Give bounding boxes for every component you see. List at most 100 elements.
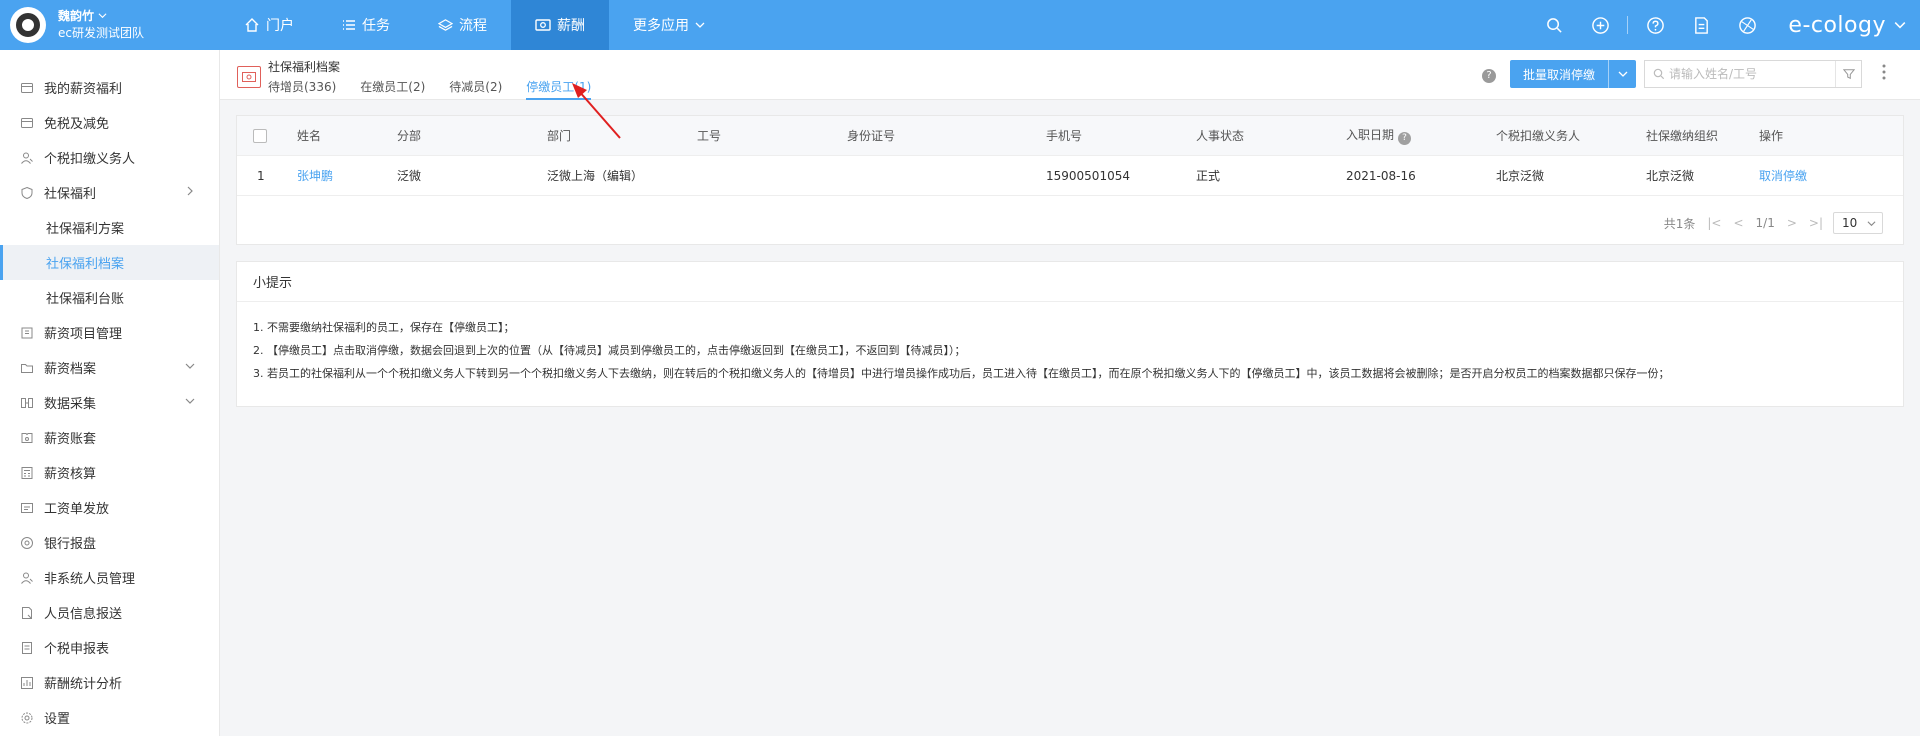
user-icon: [21, 152, 33, 164]
chevron-down-icon: [185, 398, 195, 404]
search-icon: [1547, 17, 1562, 33]
next-page-icon[interactable]: >: [1787, 216, 1797, 230]
nav-tasks[interactable]: 任务: [318, 0, 414, 50]
sidebar-item[interactable]: 薪资档案: [0, 350, 219, 385]
help-button[interactable]: [1632, 16, 1678, 35]
nav-more-apps[interactable]: 更多应用: [609, 0, 729, 50]
cell-tax-agent: 北京泛微: [1496, 169, 1545, 183]
sidebar-item[interactable]: 设置: [0, 700, 219, 735]
doc-icon: [22, 641, 32, 654]
filter-button[interactable]: [1835, 61, 1861, 87]
cell-status: 正式: [1196, 169, 1221, 183]
help-icon[interactable]: ?: [1482, 69, 1496, 83]
header-emp-no: 工号: [697, 129, 722, 143]
brand[interactable]: 魏韵竹 ec研发测试团队: [0, 0, 220, 50]
shield-icon: [21, 186, 33, 199]
wallet-icon: [21, 82, 33, 93]
avatar[interactable]: [10, 7, 46, 43]
sidebar-item[interactable]: 数据采集: [0, 385, 219, 420]
header-tax-agent: 个税扣缴义务人: [1496, 129, 1581, 143]
filter-icon: [1842, 69, 1855, 80]
tab-pending-add[interactable]: 待增员(336): [268, 78, 336, 100]
chevron-down-icon: [185, 363, 195, 369]
chevron-down-icon: [695, 22, 705, 28]
sidebar-item-label: 薪资核算: [44, 467, 97, 482]
tab-active-employees[interactable]: 在缴员工(2): [360, 78, 425, 100]
nav-salary[interactable]: 薪酬: [511, 0, 609, 50]
page-indicator: 1/1: [1755, 216, 1775, 230]
sidebar-item[interactable]: 银行报盘: [0, 525, 219, 560]
last-page-icon[interactable]: >|: [1809, 216, 1823, 230]
nav-label: 流程: [459, 18, 487, 34]
sidebar-item-label: 人员信息报送: [44, 607, 123, 622]
sidebar-item[interactable]: 社保福利方案: [0, 210, 219, 245]
batch-cancel-stop-button[interactable]: 批量取消停缴: [1510, 60, 1636, 88]
sidebar: 我的薪资福利免税及减免个税扣缴义务人社保福利社保福利方案 社保福利档案社保福利台账…: [0, 50, 220, 736]
chevron-down-icon: [98, 13, 107, 19]
header-id-no: 身份证号: [847, 129, 896, 143]
prev-page-icon[interactable]: <: [1733, 216, 1743, 230]
search-input[interactable]: [1665, 61, 1835, 87]
sidebar-item-label: 社保福利档案: [46, 257, 125, 272]
tab-stopped-employees[interactable]: 停缴员工(1): [526, 78, 592, 100]
header-org: 社保缴纳组织: [1646, 129, 1719, 143]
table-header: 姓名 分部 部门 工号 身份证号 手机号 人事状态 入职日期? 个税扣缴义务人 …: [237, 116, 1903, 156]
tab-pending-reduce[interactable]: 待减员(2): [449, 78, 502, 100]
user-name[interactable]: 魏韵竹: [58, 9, 94, 23]
sidebar-item[interactable]: 个税扣缴义务人: [0, 140, 219, 175]
tips-title: 小提示: [237, 262, 1903, 302]
sidebar-item[interactable]: 社保福利台账: [0, 280, 219, 315]
add-button[interactable]: [1577, 16, 1623, 35]
main-nav: 门户 任务 流程 薪酬 更多应用: [220, 0, 729, 50]
cell-org: 北京泛微: [1646, 169, 1695, 183]
sidebar-item[interactable]: 社保福利: [0, 175, 219, 210]
header-action: 操作: [1759, 129, 1784, 143]
list-icon: [343, 20, 355, 30]
page-size-select[interactable]: 10: [1833, 212, 1883, 234]
sidebar-item[interactable]: 非系统人员管理: [0, 560, 219, 595]
sidebar-item[interactable]: 薪资账套: [0, 420, 219, 455]
notes-button[interactable]: [1678, 16, 1724, 35]
sidebar-item[interactable]: 薪资项目管理: [0, 315, 219, 350]
sidebar-item-label: 个税申报表: [44, 642, 110, 657]
sidebar-item[interactable]: 社保福利档案: [0, 245, 219, 280]
table-row: 1 张坤鹏 泛微 泛微上海（编辑） 15900501054 正式 2021-08…: [237, 156, 1903, 196]
sidebar-item[interactable]: 工资单发放: [0, 490, 219, 525]
cancel-stop-link[interactable]: 取消停缴: [1759, 167, 1859, 184]
sidebar-item[interactable]: 薪酬统计分析: [0, 665, 219, 700]
sidebar-item[interactable]: 我的薪资福利: [0, 70, 219, 105]
sidebar-item[interactable]: 人员信息报送: [0, 595, 219, 630]
cell-branch: 泛微: [397, 169, 422, 183]
sidebar-item[interactable]: 薪资核算: [0, 455, 219, 490]
sidebar-item[interactable]: 个税申报表: [0, 630, 219, 665]
sidebar-item-label: 薪资项目管理: [44, 327, 123, 342]
employee-name-link[interactable]: 张坤鹏: [297, 167, 397, 184]
sidebar-item-label: 设置: [44, 712, 71, 727]
sidebar-item-label: 薪资账套: [44, 432, 97, 447]
select-all-checkbox[interactable]: [253, 128, 267, 143]
sidebar-item[interactable]: 免税及减免: [0, 105, 219, 140]
nav-portal[interactable]: 门户: [220, 0, 318, 50]
chevron-down-icon[interactable]: [1894, 19, 1906, 31]
theme-button[interactable]: [1724, 16, 1770, 35]
header-hire-date: 入职日期?: [1346, 126, 1496, 145]
sidebar-item-label: 社保福利方案: [46, 222, 125, 237]
search-button[interactable]: [1531, 17, 1577, 34]
home-icon: [245, 18, 259, 32]
nav-label: 更多应用: [633, 18, 689, 34]
tab-bar: 待增员(336) 在缴员工(2) 待减员(2) 停缴员工(1): [268, 78, 615, 100]
chart-icon: [21, 676, 33, 689]
sidebar-item-label: 工资单发放: [44, 502, 110, 517]
sidebar-item-label: 非系统人员管理: [44, 572, 136, 587]
more-options-button[interactable]: [1882, 64, 1886, 83]
sidebar-item-label: 我的薪资福利: [44, 82, 123, 97]
sidebar-item-label: 个税扣缴义务人: [44, 152, 136, 167]
nav-workflow[interactable]: 流程: [414, 0, 511, 50]
logo: e-cology: [1788, 12, 1886, 38]
more-vertical-icon: [1882, 64, 1886, 80]
batch-dropdown-toggle[interactable]: [1608, 60, 1636, 88]
folder-icon: [21, 363, 33, 373]
archive-icon: [237, 66, 261, 88]
info-icon[interactable]: ?: [1398, 132, 1412, 145]
first-page-icon[interactable]: |<: [1707, 216, 1721, 230]
